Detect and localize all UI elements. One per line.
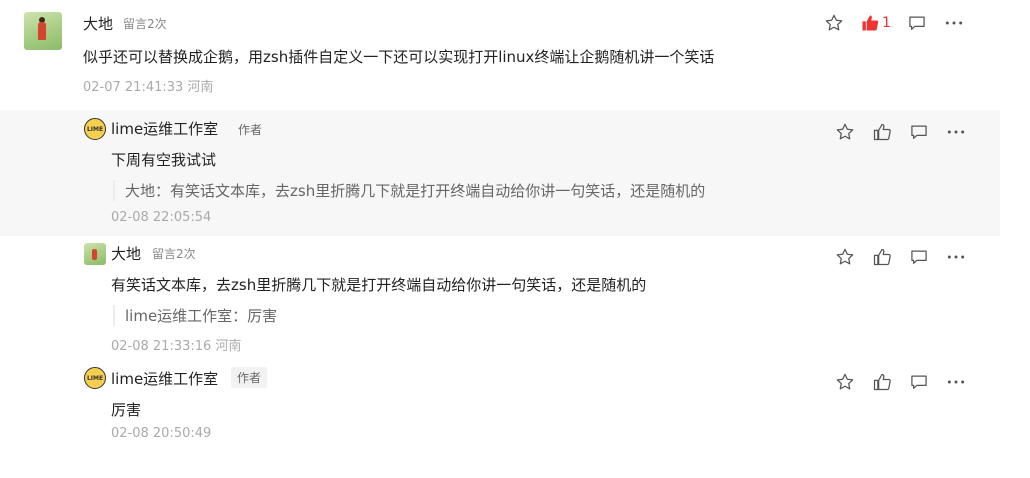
comment-time: 02-08 20:50:49 — [111, 426, 212, 441]
more-button[interactable] — [943, 12, 965, 34]
comment-icon — [911, 375, 927, 389]
avatar[interactable]: LIME — [84, 118, 106, 140]
star-icon — [836, 123, 854, 140]
comment-actions — [819, 371, 967, 393]
comment-time: 02-08 21:33:16 河南 — [111, 339, 242, 354]
more-button[interactable] — [945, 121, 967, 143]
comment-icon — [909, 16, 925, 30]
comment-actions: 1 — [808, 12, 965, 34]
comment-item: 大地 留言2次 似乎还可以替换成企鹅，用zsh插件自定义一下还可以实现打开lin… — [0, 0, 1000, 110]
comment-actions — [819, 246, 967, 268]
comment-author[interactable]: lime运维工作室 — [111, 368, 218, 389]
thumbs-up-icon — [873, 248, 891, 266]
more-icon — [947, 380, 965, 384]
comment-text: 下周有空我试试 — [111, 151, 217, 169]
star-icon — [836, 373, 854, 390]
like-button[interactable] — [871, 246, 893, 268]
thumbs-up-icon — [873, 373, 891, 391]
favorite-button[interactable] — [834, 246, 856, 268]
comment-time: 02-08 22:05:54 — [111, 210, 212, 225]
reply-item: 大地 留言2次 有笑话文本库，去zsh里折腾几下就是打开终端自动给你讲一句笑话，… — [0, 236, 1000, 361]
favorite-button[interactable] — [834, 371, 856, 393]
like-button[interactable] — [871, 371, 893, 393]
comment-count-badge: 留言2次 — [123, 17, 167, 31]
comment-count-badge: 留言2次 — [152, 247, 196, 261]
like-count: 1 — [882, 15, 891, 31]
more-icon — [945, 21, 963, 25]
comment-list: 大地 留言2次 似乎还可以替换成企鹅，用zsh插件自定义一下还可以实现打开lin… — [0, 0, 1030, 478]
comment-author[interactable]: 大地 — [111, 243, 141, 264]
avatar-logo-text: LIME — [86, 374, 104, 382]
favorite-button[interactable] — [823, 12, 845, 34]
comment-text: 似乎还可以替换成企鹅，用zsh插件自定义一下还可以实现打开linux终端让企鹅随… — [83, 48, 715, 66]
more-icon — [947, 130, 965, 134]
reply-item: LIME lime运维工作室 作者 下周有空我试试 大地：有笑话文本库，去zsh… — [0, 110, 1000, 236]
reply-item: LIME lime运维工作室 作者 厉害 02-08 20:50:49 — [0, 361, 1000, 461]
reply-button[interactable] — [906, 12, 928, 34]
reply-button[interactable] — [908, 246, 930, 268]
author-badge: 作者 — [231, 367, 268, 388]
comment-text: 有笑话文本库，去zsh里折腾几下就是打开终端自动给你讲一句笑话，还是随机的 — [111, 276, 647, 294]
star-icon — [825, 14, 843, 31]
avatar[interactable] — [84, 243, 106, 265]
avatar-logo-text: LIME — [86, 125, 104, 133]
like-button[interactable] — [871, 121, 893, 143]
more-button[interactable] — [945, 246, 967, 268]
avatar[interactable]: LIME — [84, 367, 106, 389]
comment-text: 厉害 — [111, 401, 142, 419]
more-button[interactable] — [945, 371, 967, 393]
author-badge: 作者 — [238, 123, 263, 137]
thumbs-up-icon — [873, 123, 891, 141]
star-icon — [836, 248, 854, 265]
comment-actions — [819, 121, 967, 143]
thumbs-up-icon — [862, 15, 879, 31]
comment-time: 02-07 21:41:33 河南 — [83, 80, 214, 95]
comment-icon — [911, 125, 927, 139]
quoted-reply: 大地：有笑话文本库，去zsh里折腾几下就是打开终端自动给你讲一句笑话，还是随机的 — [113, 180, 705, 201]
like-button[interactable]: 1 — [860, 12, 891, 34]
more-icon — [947, 255, 965, 259]
comment-author[interactable]: lime运维工作室 — [111, 118, 218, 139]
comment-author[interactable]: 大地 — [83, 13, 113, 34]
comment-icon — [911, 250, 927, 264]
favorite-button[interactable] — [834, 121, 856, 143]
reply-button[interactable] — [908, 371, 930, 393]
quoted-reply: lime运维工作室：厉害 — [113, 305, 277, 326]
reply-button[interactable] — [908, 121, 930, 143]
avatar[interactable] — [24, 12, 62, 50]
